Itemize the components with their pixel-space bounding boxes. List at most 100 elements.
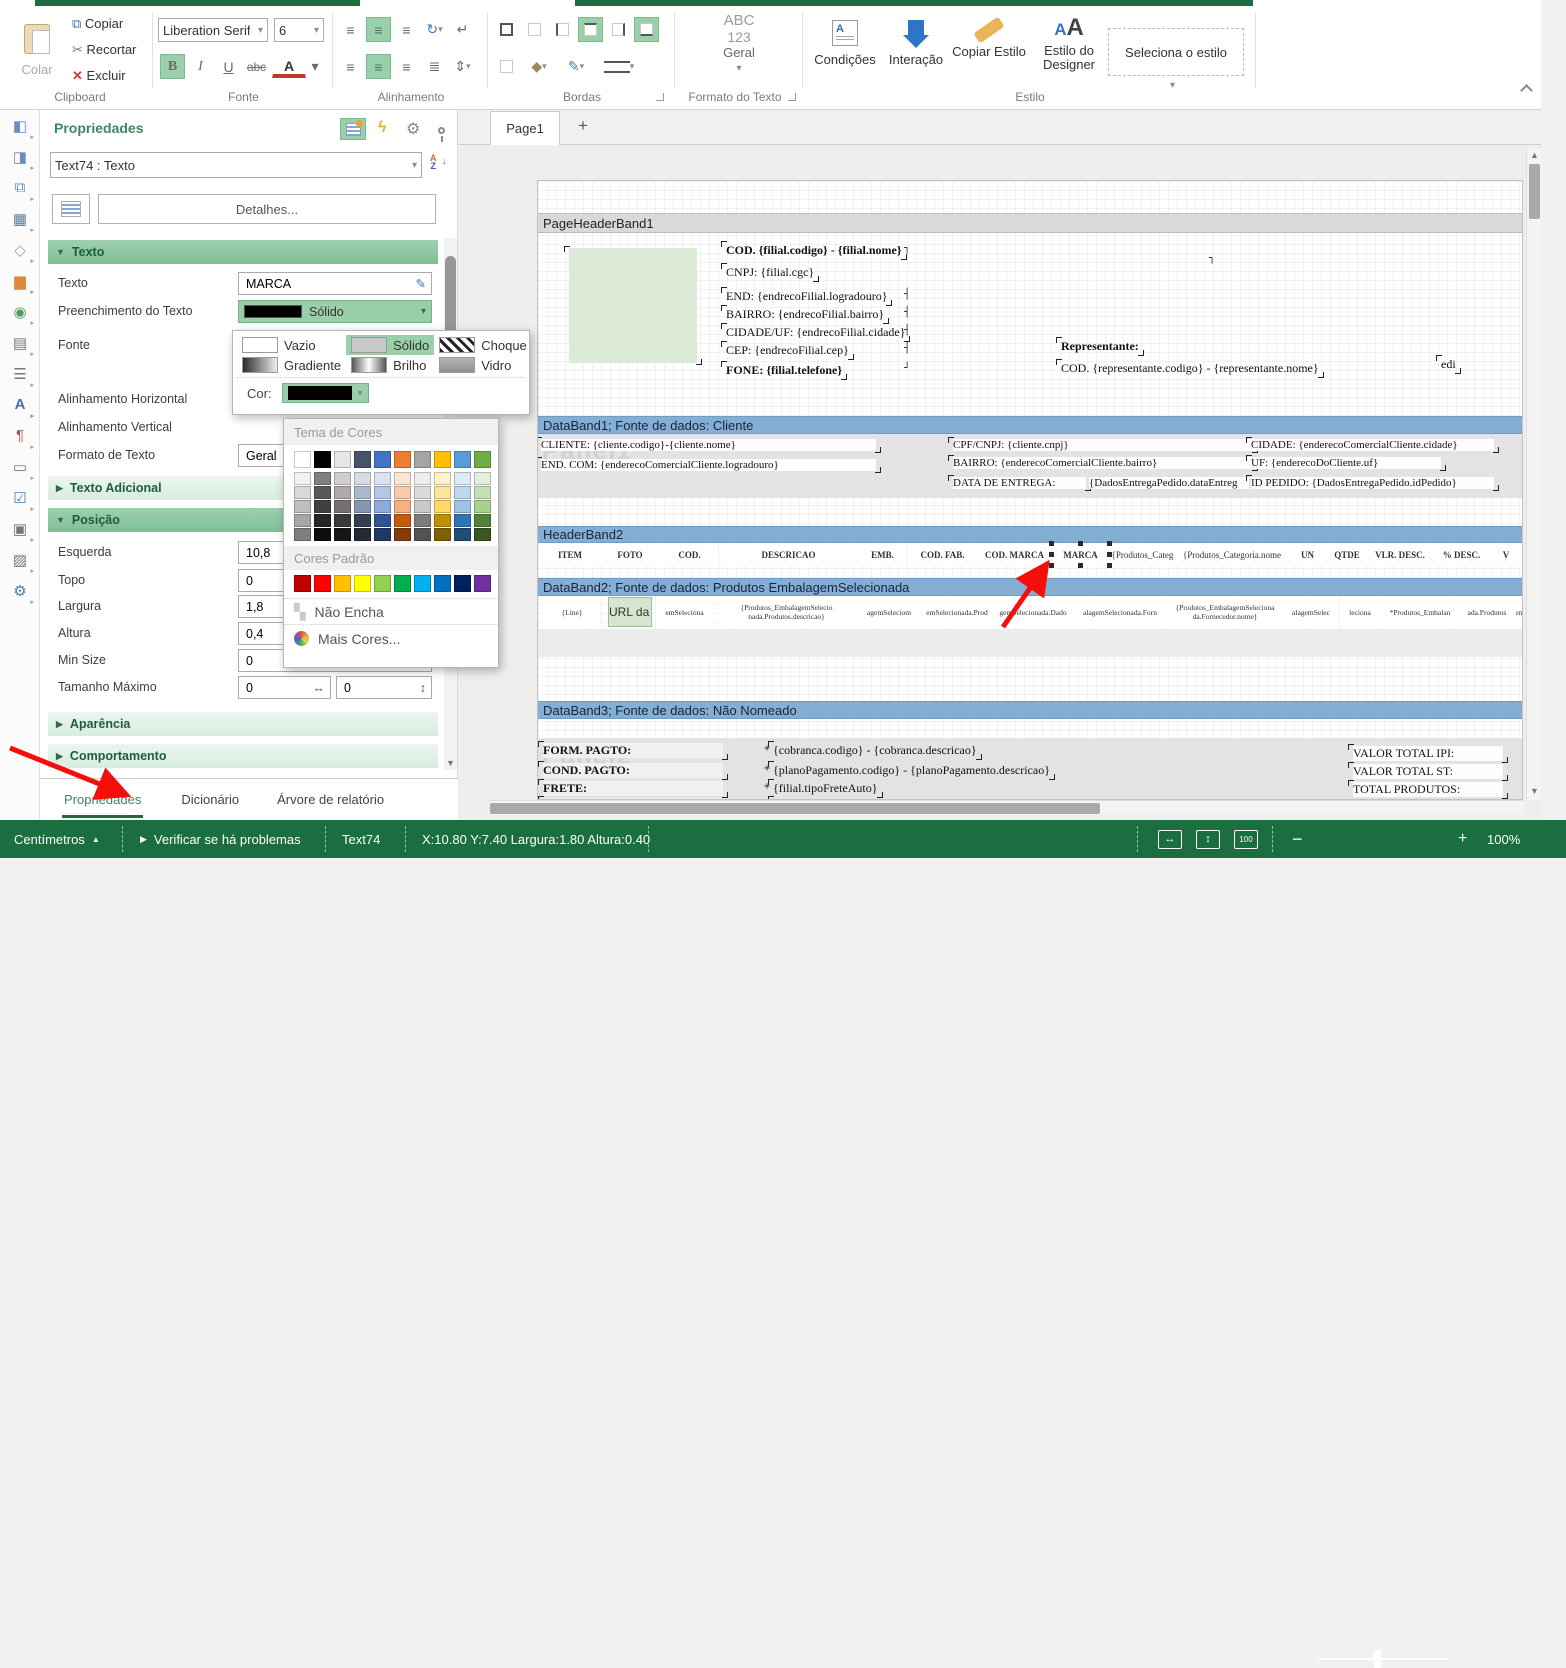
align-left-button[interactable]: ≡ xyxy=(338,54,363,79)
fill-solid-option[interactable]: Sólido xyxy=(346,335,434,355)
text-preview-button[interactable] xyxy=(52,194,90,224)
color-swatch[interactable] xyxy=(314,528,331,541)
bold-button[interactable]: B xyxy=(160,54,185,79)
barcode-tool[interactable]: ▦ xyxy=(0,203,40,234)
section-behavior[interactable]: ▶Comportamento xyxy=(48,744,438,768)
max-height-input[interactable] xyxy=(342,680,420,696)
column-header-cell[interactable]: ITEM xyxy=(541,544,599,565)
color-swatch[interactable] xyxy=(434,528,451,541)
report-text[interactable]: CIDADE: {enderecoComercialCliente.cidade… xyxy=(1251,439,1494,451)
borders-dialog-launcher-icon[interactable] xyxy=(656,93,664,101)
chevron-down-icon[interactable]: ▾ xyxy=(258,25,263,36)
style-selector[interactable]: Seleciona o estilo xyxy=(1108,28,1244,76)
report-text-cell[interactable]: {Line} xyxy=(543,597,601,627)
tab-page1[interactable]: Page1 xyxy=(490,111,560,145)
band-body[interactable]: Panel1 CLIENTE: {cliente.codigo}-{client… xyxy=(538,434,1523,498)
column-header-cell[interactable]: UN xyxy=(1290,544,1325,565)
column-header-cell[interactable]: EMB. xyxy=(859,544,906,565)
report-text[interactable]: DATA DE ENTREGA: xyxy=(953,477,1086,489)
band-header[interactable]: DataBand1; Fonte de dados: Cliente xyxy=(538,416,1523,434)
color-swatch[interactable] xyxy=(474,575,491,592)
chevron-down-icon[interactable]: ▾ xyxy=(358,388,363,399)
line-spacing-button[interactable]: ⇕▾ xyxy=(450,54,475,79)
color-swatch[interactable] xyxy=(314,500,331,513)
report-text[interactable]: TOTAL PRODUTOS: xyxy=(1353,782,1503,797)
color-swatch[interactable] xyxy=(474,514,491,527)
report-text[interactable]: {cobranca.codigo} - {cobranca.descricao} xyxy=(773,743,977,758)
color-swatch[interactable] xyxy=(374,514,391,527)
border-bottom-button[interactable] xyxy=(634,17,659,42)
color-swatch[interactable] xyxy=(414,514,431,527)
color-swatch[interactable] xyxy=(354,451,371,468)
image-placeholder[interactable] xyxy=(569,248,697,363)
report-text[interactable]: COD. {filial.codigo} - {filial.nome} xyxy=(726,243,902,258)
color-swatch[interactable] xyxy=(454,472,471,485)
color-swatch[interactable] xyxy=(294,575,311,592)
color-swatch[interactable] xyxy=(434,514,451,527)
report-text-cell[interactable]: alagemSelecionada.Forn xyxy=(1074,597,1166,627)
chevron-down-icon[interactable]: ▾ xyxy=(676,63,802,74)
copy-button[interactable]: ⧉ Copiar xyxy=(72,16,123,32)
report-text[interactable]: BAIRRO: {enderecoComercialCliente.bairro… xyxy=(953,457,1253,469)
color-dropdown[interactable]: ▾ xyxy=(282,383,369,403)
color-swatch[interactable] xyxy=(314,472,331,485)
report-text-cell[interactable]: alagemSelec xyxy=(1284,597,1338,627)
column-header-cell[interactable]: COD. MARCA xyxy=(979,544,1050,565)
text-value-input[interactable] xyxy=(244,276,416,292)
wrap-text-button[interactable]: ↵ xyxy=(450,17,475,42)
color-swatch[interactable] xyxy=(414,500,431,513)
collapse-ribbon-icon[interactable] xyxy=(1520,84,1533,97)
checkbox-tool[interactable]: ☑ xyxy=(0,482,40,513)
band-header[interactable]: DataBand2; Fonte de dados: Produtos Emba… xyxy=(538,578,1523,596)
shapes-tool[interactable]: ◇ xyxy=(0,234,40,265)
chevron-down-icon[interactable]: ▾ xyxy=(412,160,417,171)
vscroll-thumb[interactable] xyxy=(1529,164,1540,219)
strikethrough-button[interactable]: abc xyxy=(244,54,269,79)
more-colors-option[interactable]: Mais Cores... xyxy=(284,624,498,652)
report-text[interactable]: FORM. PAGTO: xyxy=(543,743,723,758)
color-swatch[interactable] xyxy=(354,500,371,513)
color-swatch[interactable] xyxy=(474,486,491,499)
column-header-cell[interactable]: {Produtos_Categoria.nome xyxy=(1176,544,1288,565)
report-text-cell[interactable]: {Produtos_EmbalagemSeleciona da.Forneced… xyxy=(1168,597,1282,627)
color-swatch[interactable] xyxy=(374,500,391,513)
border-brush-button[interactable]: ✎▾ xyxy=(559,54,593,79)
align-middle-button[interactable]: ≡ xyxy=(366,17,391,42)
copy-style-button[interactable]: Copiar Estilo xyxy=(950,20,1028,59)
color-swatch[interactable] xyxy=(414,451,431,468)
color-swatch[interactable] xyxy=(434,451,451,468)
report-text-cell[interactable]: ada.Produtos xyxy=(1460,597,1514,627)
sub-report-tool[interactable]: ⧉ xyxy=(0,172,40,203)
band-header[interactable]: HeaderBand2 xyxy=(538,526,1523,543)
color-swatch[interactable] xyxy=(354,472,371,485)
edit-pencil-icon[interactable]: ✎ xyxy=(416,276,426,291)
report-text[interactable]: UF: {enderecoDoCliente.uf} xyxy=(1251,457,1441,469)
color-swatch[interactable] xyxy=(354,575,371,592)
report-text[interactable]: VALOR TOTAL ST: xyxy=(1353,764,1503,779)
color-swatch[interactable] xyxy=(434,472,451,485)
units-selector[interactable]: Centímetros▲ xyxy=(14,820,100,858)
color-swatch[interactable] xyxy=(334,500,351,513)
column-header-cell[interactable]: COD. FAB. xyxy=(908,544,977,565)
max-width-input[interactable] xyxy=(244,680,313,696)
band-header[interactable]: PageHeaderBand1 xyxy=(538,213,1523,233)
color-swatch[interactable] xyxy=(474,451,491,468)
report-text[interactable]: CPF/CNPJ: {cliente.cnpj} xyxy=(953,439,1253,451)
border-top-button[interactable] xyxy=(578,17,603,42)
report-text[interactable]: COND. PAGTO: xyxy=(543,763,723,778)
border-left-button[interactable] xyxy=(550,17,575,42)
section-appearance[interactable]: ▶Aparência xyxy=(48,712,438,736)
chart-tool[interactable]: ▆ xyxy=(0,265,40,296)
color-swatch[interactable] xyxy=(394,451,411,468)
panel-tool[interactable]: ▭ xyxy=(0,451,40,482)
events-lightning-icon[interactable]: ϟ xyxy=(378,119,386,137)
color-swatch[interactable] xyxy=(454,486,471,499)
color-swatch[interactable] xyxy=(314,514,331,527)
color-swatch[interactable] xyxy=(434,486,451,499)
column-header-cell[interactable]: VLR. DESC. xyxy=(1369,544,1431,565)
color-swatch[interactable] xyxy=(454,575,471,592)
details-button[interactable]: Detalhes... xyxy=(98,194,436,224)
color-swatch[interactable] xyxy=(354,514,371,527)
properties-view-button[interactable] xyxy=(340,118,366,140)
report-text[interactable]: {DadosEntregaPedido.dataEntreg xyxy=(1089,477,1249,489)
